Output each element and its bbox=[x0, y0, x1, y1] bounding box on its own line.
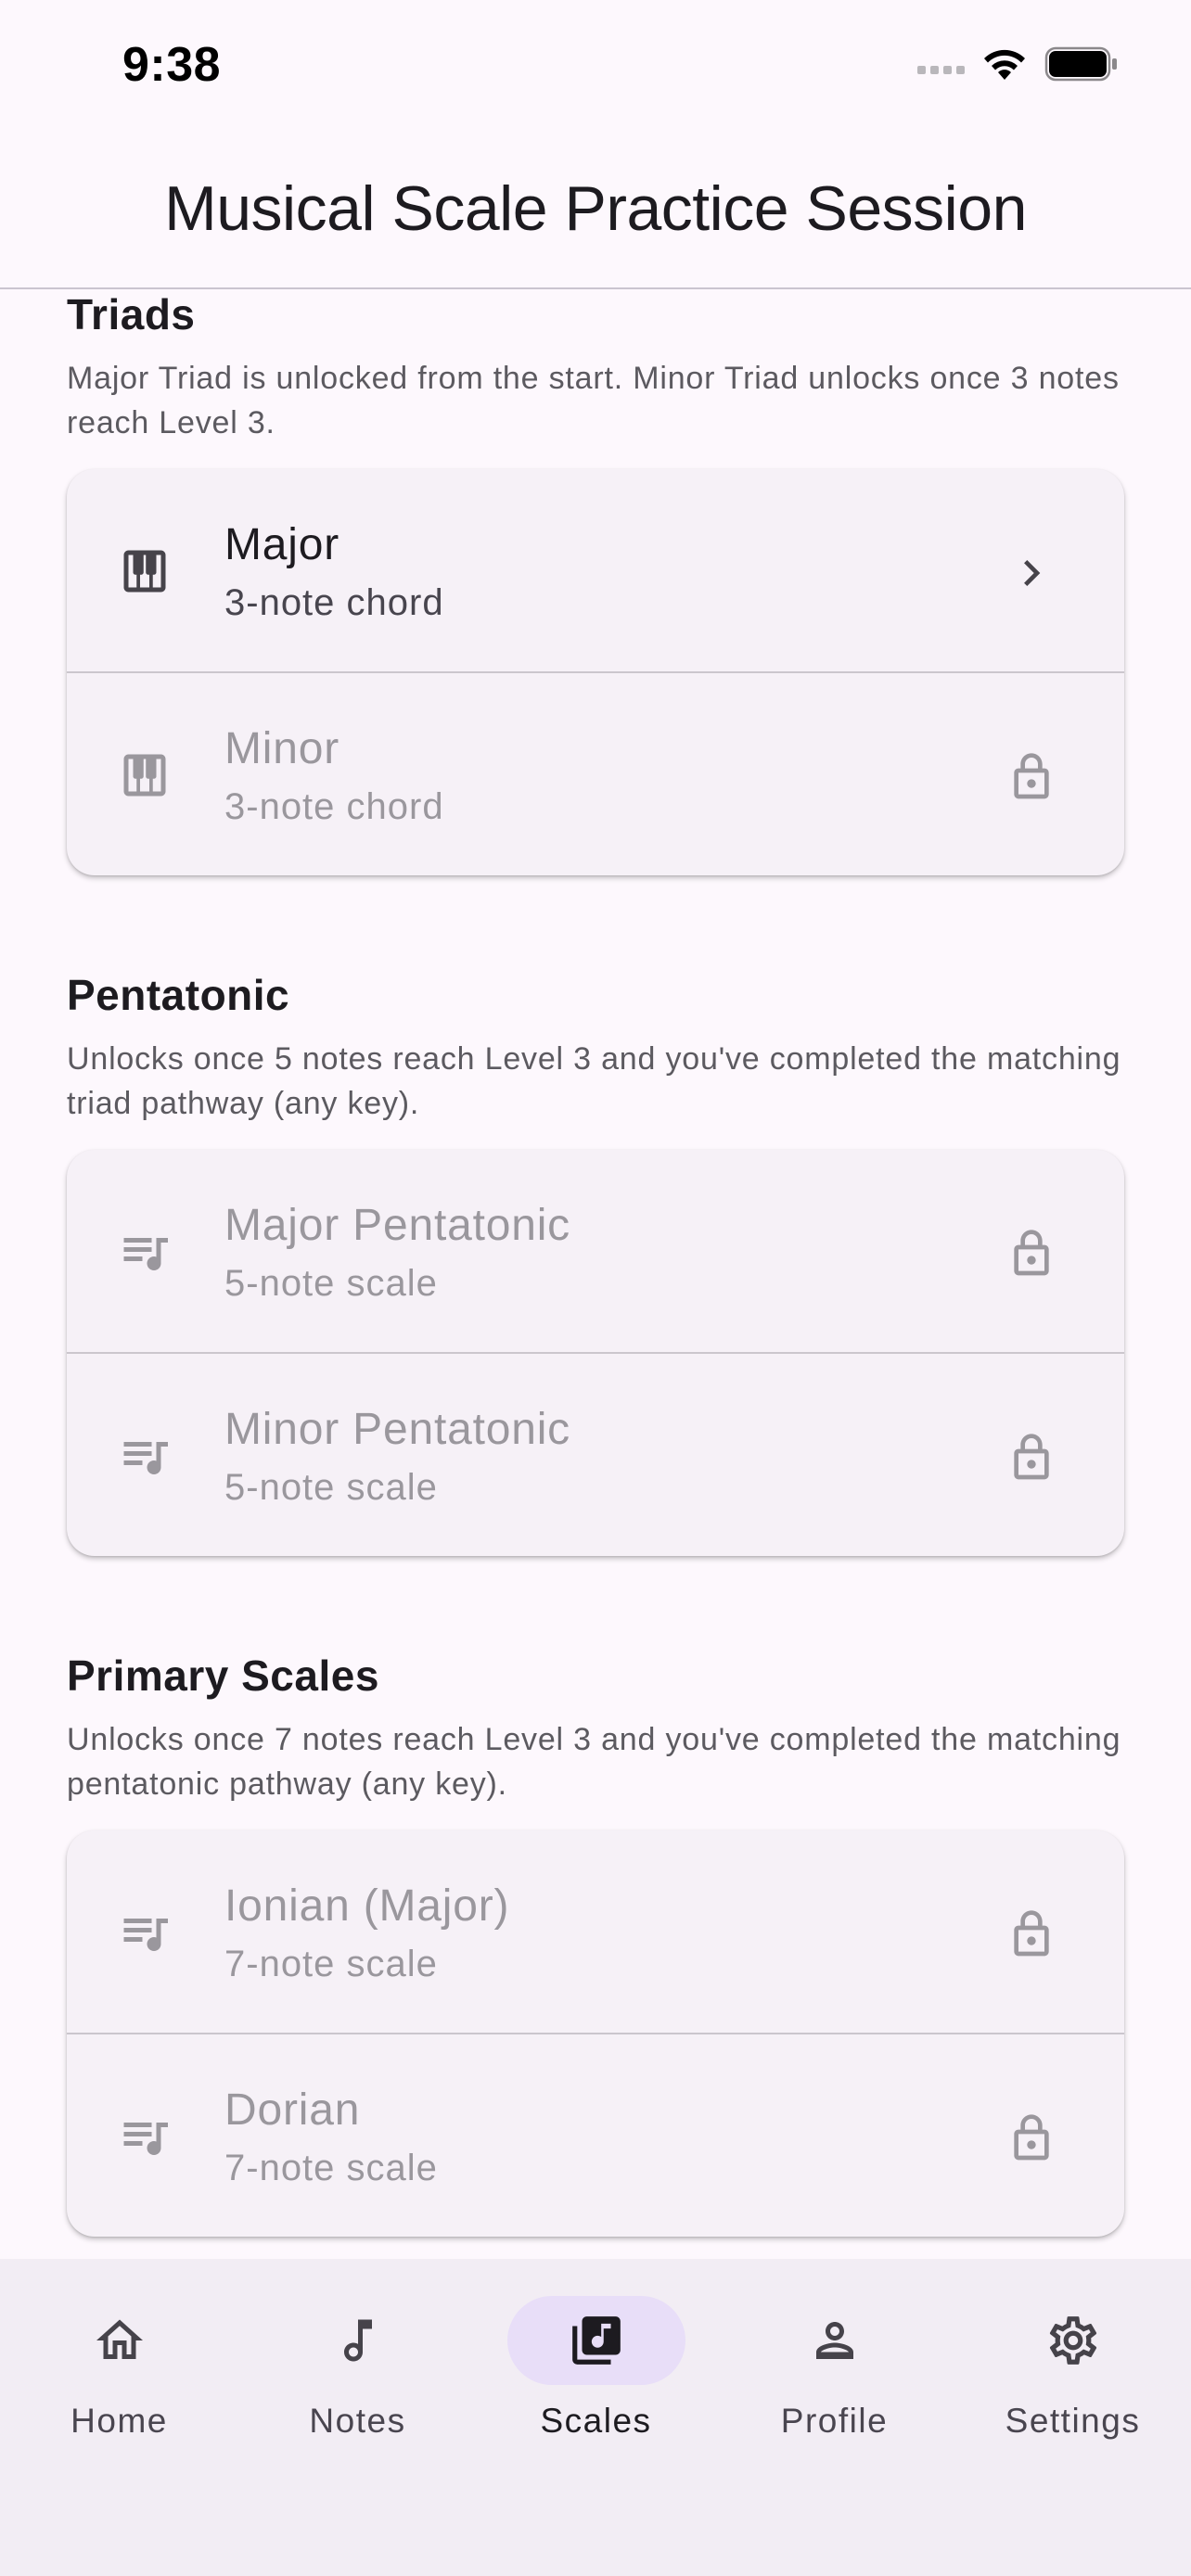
nav-item-scales[interactable]: Scales bbox=[477, 2296, 715, 2441]
section-title: Triads bbox=[67, 290, 196, 338]
nav-label: Settings bbox=[1005, 2402, 1141, 2440]
home-icon bbox=[31, 2296, 209, 2385]
scales-content: Triads Major Triad is unlocked from the … bbox=[67, 289, 1124, 2237]
person-icon bbox=[746, 2296, 924, 2385]
piano-icon bbox=[117, 543, 173, 599]
status-time: 9:38 bbox=[122, 38, 222, 92]
item-subtitle: 7-note scale bbox=[224, 1944, 438, 1984]
section-pentatonic: Pentatonic Unlocks once 5 notes reach Le… bbox=[67, 970, 1124, 1556]
section-title: Pentatonic bbox=[67, 971, 290, 1019]
page-title: Musical Scale Practice Session bbox=[164, 173, 1027, 244]
item-title: Minor Pentatonic bbox=[224, 1405, 570, 1454]
section-description: Unlocks once 7 notes reach Level 3 and y… bbox=[67, 1722, 1121, 1802]
item-title: Dorian bbox=[224, 2085, 361, 2135]
app-bar: Musical Scale Practice Session bbox=[0, 139, 1191, 289]
list-item-minor[interactable]: Minor 3-note chord bbox=[67, 671, 1124, 875]
nav-label: Home bbox=[70, 2402, 168, 2440]
piano-icon bbox=[117, 747, 173, 803]
list-item-major-pentatonic[interactable]: Major Pentatonic 5-note scale bbox=[67, 1150, 1124, 1352]
status-bar: 9:38 bbox=[0, 0, 1191, 139]
nav-item-notes[interactable]: Notes bbox=[238, 2296, 477, 2441]
section-triads: Triads Major Triad is unlocked from the … bbox=[67, 289, 1124, 875]
item-title: Ionian (Major) bbox=[224, 1881, 510, 1931]
item-subtitle: 7-note scale bbox=[224, 2148, 438, 2188]
queue-music-icon bbox=[117, 2109, 173, 2164]
section-primary-scales: Primary Scales Unlocks once 7 notes reac… bbox=[67, 1651, 1124, 2237]
scale-card: Ionian (Major) 7-note scale Dorian 7-not… bbox=[67, 1830, 1124, 2237]
item-subtitle: 3-note chord bbox=[224, 582, 444, 623]
nav-item-settings[interactable]: Settings bbox=[954, 2296, 1191, 2441]
item-title: Major bbox=[224, 520, 340, 569]
gear-icon bbox=[984, 2296, 1162, 2385]
music-note-icon bbox=[269, 2296, 447, 2385]
scale-card: Major Pentatonic 5-note scale Minor Pent… bbox=[67, 1150, 1124, 1556]
nav-item-home[interactable]: Home bbox=[0, 2296, 238, 2441]
wifi-icon bbox=[981, 46, 1028, 82]
item-subtitle: 3-note chord bbox=[224, 786, 444, 827]
scale-card: Major 3-note chord Minor 3-note chord bbox=[67, 469, 1124, 875]
queue-music-icon bbox=[117, 1224, 173, 1280]
section-title: Primary Scales bbox=[67, 1651, 379, 1700]
cellular-signal-icon bbox=[917, 54, 965, 74]
item-subtitle: 5-note scale bbox=[224, 1467, 438, 1508]
nav-label: Scales bbox=[540, 2402, 652, 2440]
item-subtitle: 5-note scale bbox=[224, 1263, 438, 1304]
lock-icon bbox=[1005, 1228, 1057, 1280]
section-description: Unlocks once 5 notes reach Level 3 and y… bbox=[67, 1041, 1121, 1121]
nav-label: Notes bbox=[309, 2402, 406, 2440]
lock-icon bbox=[1005, 1908, 1057, 1960]
list-item-dorian[interactable]: Dorian 7-note scale bbox=[67, 2033, 1124, 2237]
lock-icon bbox=[1005, 2112, 1057, 2164]
nav-item-profile[interactable]: Profile bbox=[715, 2296, 954, 2441]
list-item-major[interactable]: Major 3-note chord bbox=[67, 469, 1124, 671]
lock-icon bbox=[1005, 751, 1057, 803]
battery-icon bbox=[1044, 46, 1119, 82]
bottom-navigation: Home Notes Scales Profile Settings bbox=[0, 2259, 1191, 2576]
chevron-right-icon bbox=[1005, 547, 1057, 599]
queue-music-icon bbox=[117, 1905, 173, 1960]
lock-icon bbox=[1005, 1432, 1057, 1484]
nav-label: Profile bbox=[780, 2402, 889, 2440]
status-icons bbox=[917, 46, 1119, 82]
section-description: Major Triad is unlocked from the start. … bbox=[67, 361, 1120, 440]
list-item-ionian[interactable]: Ionian (Major) 7-note scale bbox=[67, 1830, 1124, 2033]
item-title: Major Pentatonic bbox=[224, 1201, 570, 1250]
library-music-icon bbox=[506, 2296, 685, 2385]
queue-music-icon bbox=[117, 1428, 173, 1484]
list-item-minor-pentatonic[interactable]: Minor Pentatonic 5-note scale bbox=[67, 1352, 1124, 1556]
item-title: Minor bbox=[224, 724, 340, 773]
